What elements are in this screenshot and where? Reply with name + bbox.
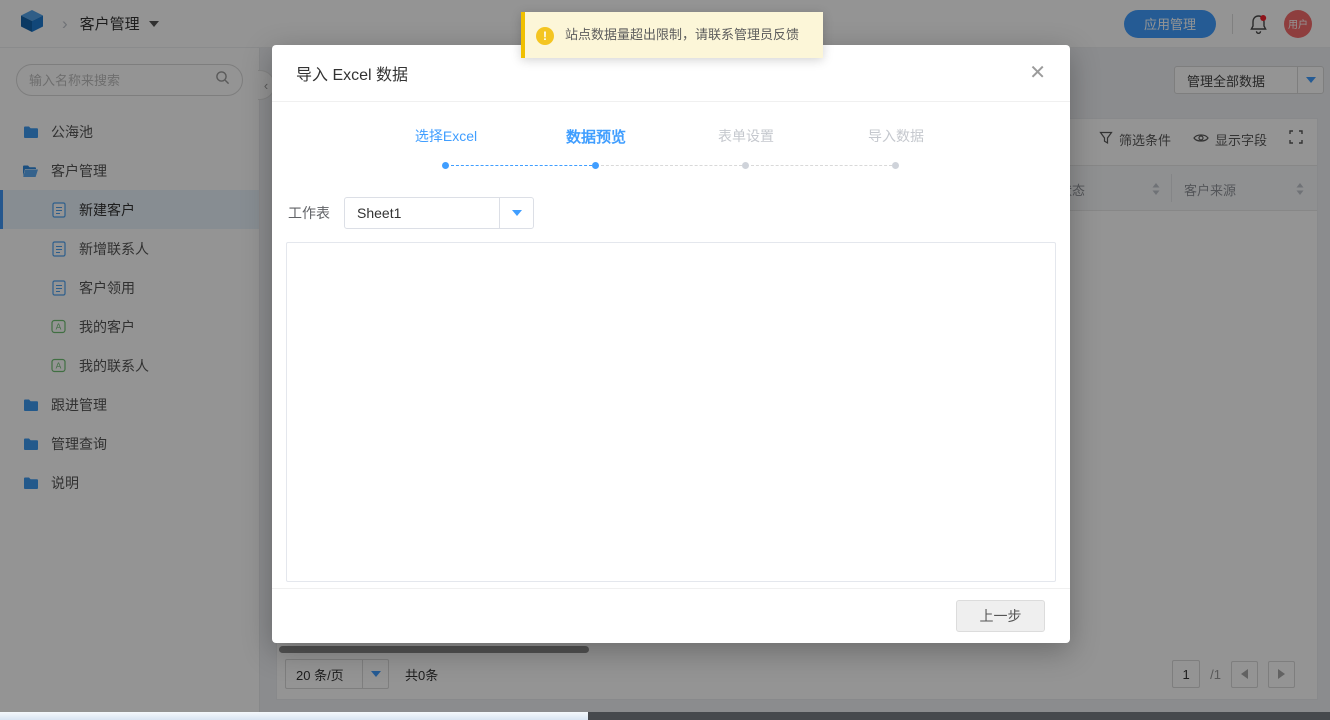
- step-form-settings: 表单设置: [671, 126, 821, 147]
- toast-message: 站点数据量超出限制，请联系管理员反馈: [565, 25, 805, 45]
- modal-title: 导入 Excel 数据: [296, 61, 408, 85]
- worksheet-row: 工作表 Sheet1: [288, 197, 1070, 229]
- worksheet-value: Sheet1: [345, 205, 499, 221]
- worksheet-label: 工作表: [288, 203, 330, 223]
- window-horizontal-scrollbar: [0, 712, 1330, 720]
- step-dot: [442, 162, 449, 169]
- worksheet-select[interactable]: Sheet1: [344, 197, 534, 229]
- step-dot: [892, 162, 899, 169]
- step-dot: [742, 162, 749, 169]
- app-window: › 客户管理 应用管理 用户: [0, 0, 1330, 720]
- step-import-data: 导入数据: [821, 126, 971, 147]
- steps: 选择Excel 数据预览 表单设置 导入数据: [371, 126, 971, 147]
- chevron-down-icon: [499, 198, 533, 228]
- previous-step-button[interactable]: 上一步: [956, 600, 1045, 632]
- steps-progress-track: [371, 162, 971, 170]
- data-preview-area: [286, 242, 1056, 582]
- warning-icon: !: [536, 27, 554, 45]
- warning-toast: ! 站点数据量超出限制，请联系管理员反馈: [521, 12, 823, 58]
- step-select-excel[interactable]: 选择Excel: [371, 126, 521, 147]
- import-excel-modal: 导入 Excel 数据 ✕ 选择Excel 数据预览 表单设置 导入数据 工作表…: [272, 45, 1070, 643]
- window-scrollbar-thumb[interactable]: [0, 712, 588, 720]
- close-icon[interactable]: ✕: [1029, 63, 1046, 83]
- step-data-preview[interactable]: 数据预览: [521, 126, 671, 147]
- modal-footer: 上一步: [272, 588, 1070, 643]
- step-dot: [592, 162, 599, 169]
